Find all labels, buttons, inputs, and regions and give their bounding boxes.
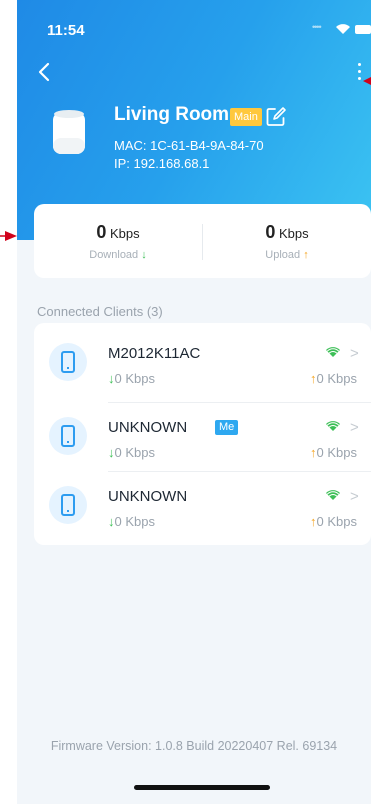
- deco-device-icon: [53, 110, 85, 154]
- client-upload: ↑0 Kbps: [310, 514, 357, 529]
- clients-list: M2012K11AC ↓0 Kbps ↑0 Kbps > UNKNOWN Me …: [34, 323, 371, 545]
- client-upload: ↑0 Kbps: [310, 371, 357, 386]
- client-row[interactable]: UNKNOWN Me ↓0 Kbps ↑0 Kbps >: [34, 403, 371, 471]
- status-wifi-icon: [336, 24, 350, 34]
- phone-icon: [49, 417, 87, 455]
- client-upload: ↑0 Kbps: [310, 445, 357, 460]
- status-bar: 11:54 ••••: [17, 0, 371, 44]
- annotation-arrow-right: [363, 77, 371, 85]
- firmware-version: Firmware Version: 1.0.8 Build 20220407 R…: [50, 739, 338, 753]
- upload-arrow-icon: ↑: [303, 249, 309, 261]
- device-name: Living Room: [114, 104, 230, 125]
- annotation-arrow-left: [0, 231, 17, 241]
- home-indicator[interactable]: [134, 785, 270, 790]
- download-unit: Kbps: [110, 226, 140, 241]
- upload-unit: Kbps: [279, 226, 309, 241]
- cellular-signal-icon: ••••: [312, 22, 322, 32]
- client-download: ↓0 Kbps: [108, 371, 155, 386]
- client-download: ↓0 Kbps: [108, 514, 155, 529]
- phone-icon: [49, 486, 87, 524]
- download-label: Download: [89, 249, 139, 261]
- edit-icon[interactable]: [265, 106, 287, 128]
- status-time: 11:54: [47, 22, 85, 39]
- client-name: M2012K11AC: [108, 345, 201, 362]
- upload-speed: 0 Kbps Upload ↑: [203, 222, 371, 261]
- chevron-right-icon[interactable]: >: [350, 345, 359, 362]
- client-row[interactable]: M2012K11AC ↓0 Kbps ↑0 Kbps >: [34, 329, 371, 397]
- client-row[interactable]: UNKNOWN ↓0 Kbps ↑0 Kbps >: [34, 472, 371, 540]
- download-value: 0: [96, 222, 107, 242]
- connected-clients-title: Connected Clients (3): [37, 304, 163, 319]
- client-download: ↓0 Kbps: [108, 445, 155, 460]
- main-badge: Main: [230, 108, 262, 126]
- ip-address: IP: 192.168.68.1: [114, 156, 210, 171]
- chevron-right-icon[interactable]: >: [350, 488, 359, 505]
- app-screen: 11:54 •••• Living Room Main MAC: 1C-61-B…: [17, 0, 371, 804]
- back-icon[interactable]: [35, 60, 55, 84]
- phone-icon: [49, 343, 87, 381]
- battery-icon: [355, 25, 371, 34]
- wifi-icon: [326, 421, 340, 431]
- mac-address: MAC: 1C-61-B4-9A-84-70: [114, 138, 264, 153]
- upload-label: Upload: [265, 249, 301, 261]
- client-name: UNKNOWN: [108, 419, 188, 436]
- wifi-icon: [326, 347, 340, 357]
- chevron-right-icon[interactable]: >: [350, 419, 359, 436]
- download-arrow-icon: ↓: [141, 249, 147, 261]
- speed-summary-card: 0 Kbps Download ↓ 0 Kbps Upload ↑: [34, 204, 371, 278]
- download-speed: 0 Kbps Download ↓: [34, 222, 202, 261]
- me-badge: Me: [215, 420, 239, 435]
- upload-value: 0: [265, 222, 276, 242]
- client-name: UNKNOWN: [108, 488, 188, 505]
- wifi-icon: [326, 490, 340, 500]
